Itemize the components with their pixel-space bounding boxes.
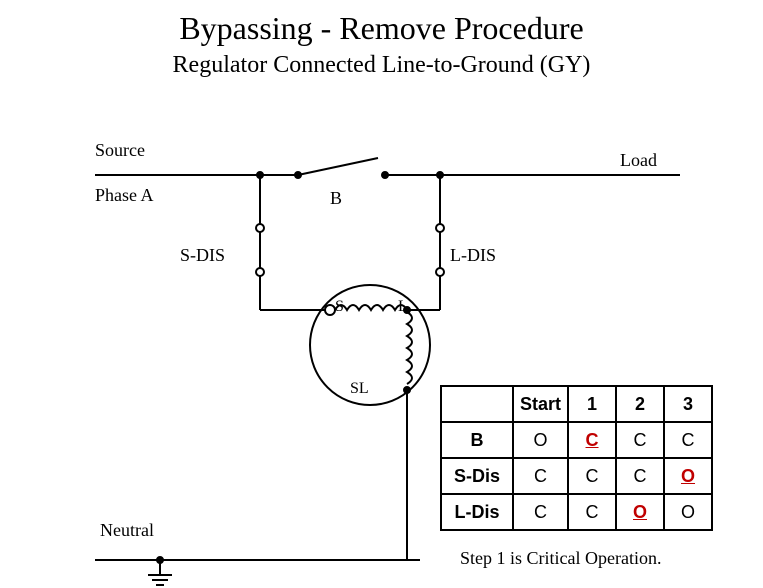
cell: C [568,458,616,494]
procedure-table: Start 1 2 3 B O C C C S-Dis C C C O L-Di… [440,385,713,531]
cell: C [513,494,568,530]
cell: O [513,422,568,458]
footnote-critical: Step 1 is Critical Operation. [460,548,661,569]
table-header-row: Start 1 2 3 [441,386,712,422]
cell: C [568,422,616,458]
table-row: S-Dis C C C O [441,458,712,494]
col-1: 1 [568,386,616,422]
col-3: 3 [664,386,712,422]
table-row: L-Dis C C O O [441,494,712,530]
col-2: 2 [616,386,664,422]
cell: C [616,422,664,458]
cell: O [616,494,664,530]
cell: C [568,494,616,530]
cell: C [513,458,568,494]
table-corner [441,386,513,422]
cell: C [664,422,712,458]
cell: O [664,458,712,494]
row-b: B [441,422,513,458]
row-sdis: S-Dis [441,458,513,494]
cell: C [616,458,664,494]
row-ldis: L-Dis [441,494,513,530]
col-start: Start [513,386,568,422]
table-row: B O C C C [441,422,712,458]
cell: O [664,494,712,530]
